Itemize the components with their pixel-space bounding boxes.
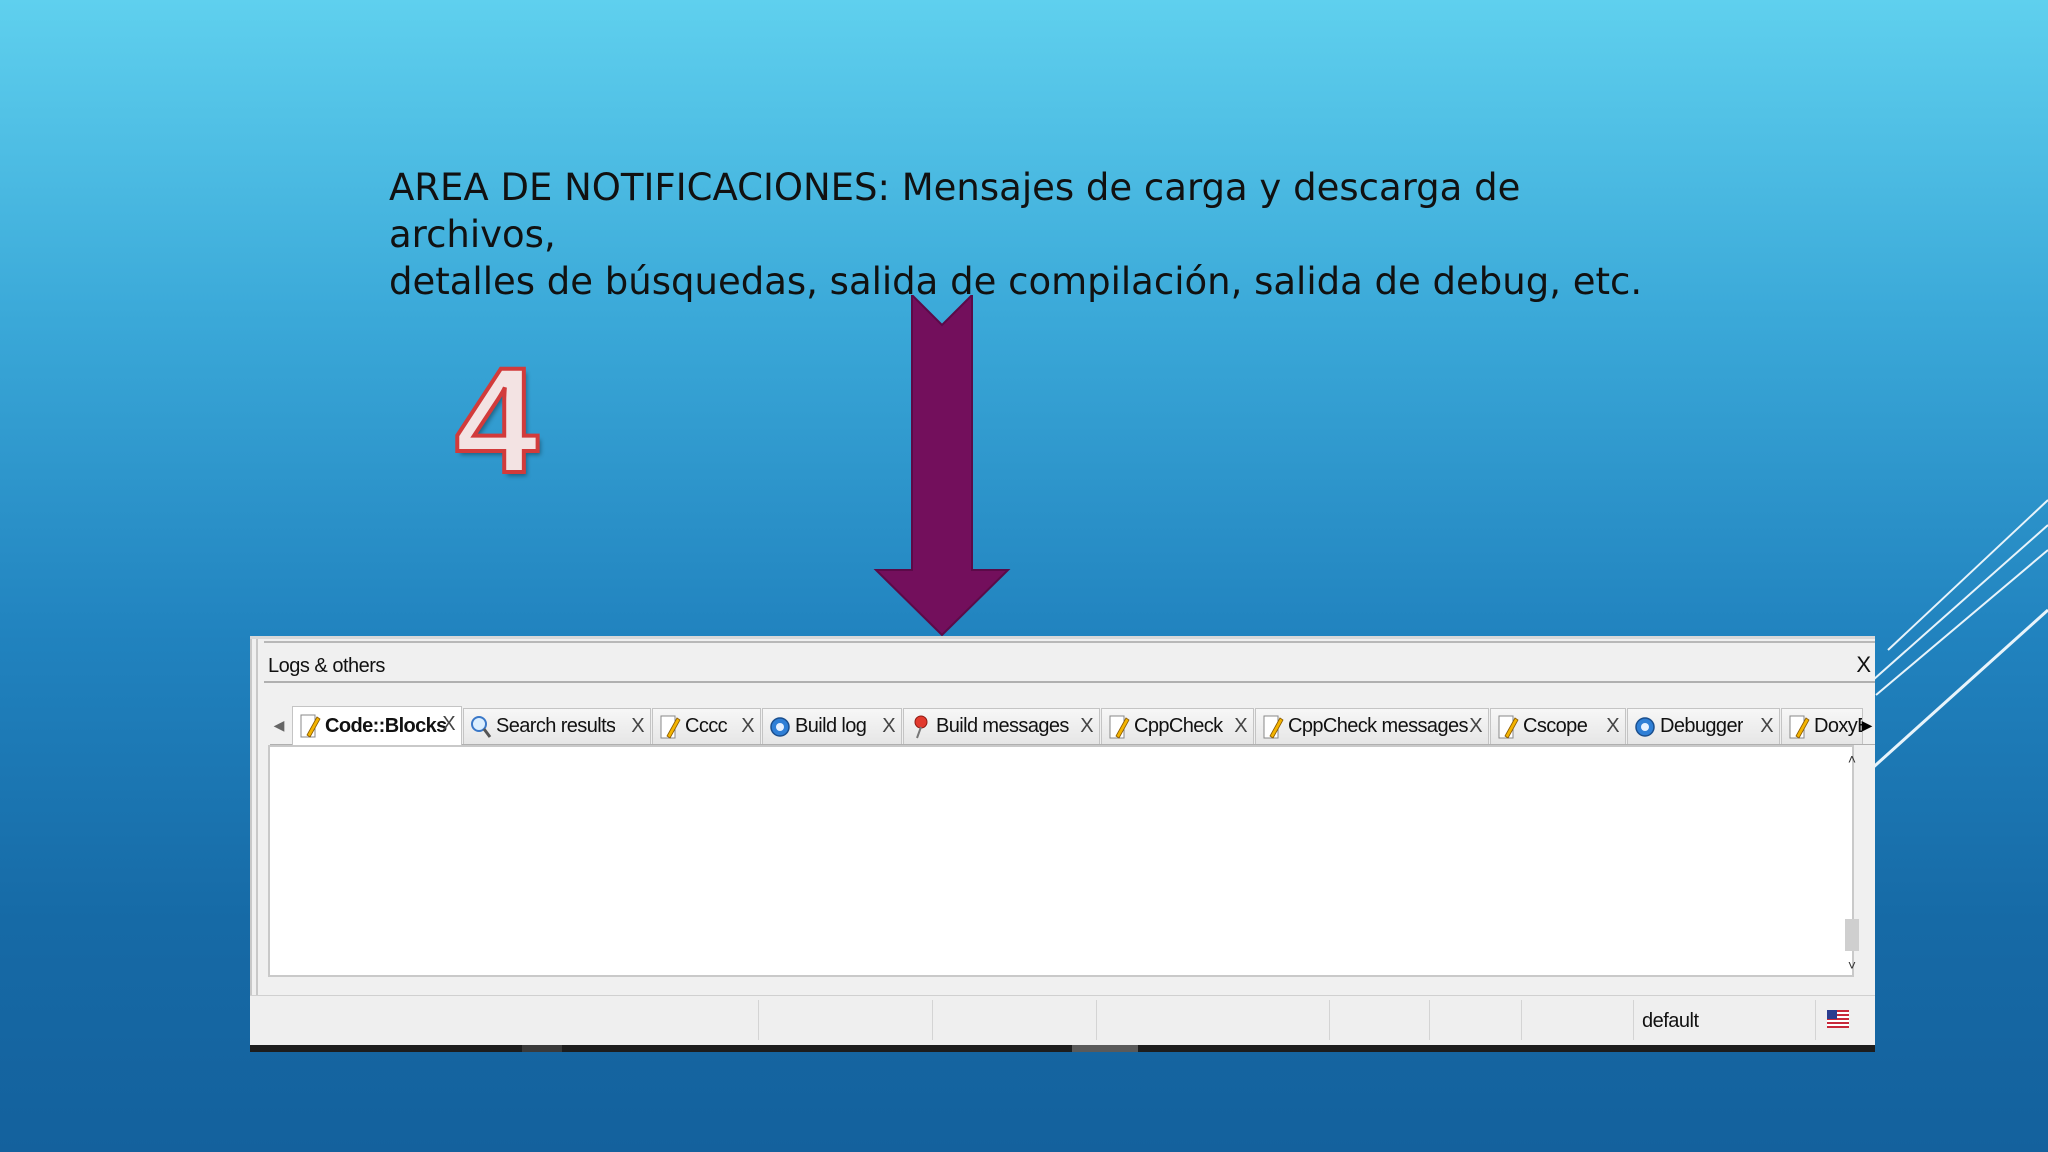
bottom-bar-segment [1072, 1045, 1138, 1052]
tab-label: CppCheck [1134, 715, 1223, 737]
pencil-icon [1263, 715, 1284, 739]
tab-label: Search results [496, 715, 616, 737]
tab-search-results[interactable]: Search results X [463, 708, 651, 744]
panel-title: Logs & others [268, 655, 385, 677]
slide-heading-line2: detalles de búsquedas, salida de compila… [389, 260, 1643, 303]
tab-scroll-left-button[interactable]: ◀ [270, 706, 288, 744]
scroll-up-button[interactable]: ˄ [1843, 751, 1861, 767]
tab-bar: ◀ Code::Blocks X Search results X Cccc X… [270, 706, 1875, 745]
status-cell [932, 1000, 1097, 1040]
status-cell [758, 1000, 933, 1040]
vertical-scrollbar[interactable]: ˄ ˅ [1843, 749, 1861, 975]
tab-cppcheck-messages[interactable]: CppCheck messages X [1255, 708, 1489, 744]
tab-close-button[interactable]: X [1469, 715, 1482, 738]
status-cell [1329, 1000, 1430, 1040]
status-cell [1096, 1000, 1330, 1040]
tab-close-button[interactable]: X [631, 715, 644, 738]
panel-dock-border[interactable] [250, 639, 258, 999]
status-encoding-label: default [1642, 1010, 1699, 1032]
status-bar: default [250, 995, 1875, 1046]
tab-doxyblocks[interactable]: DoxyB [1781, 708, 1863, 744]
tab-build-log[interactable]: Build log X [762, 708, 902, 744]
step-number: 4 [453, 336, 540, 504]
tab-cscope[interactable]: Cscope X [1490, 708, 1626, 744]
tab-label: Cccc [685, 715, 728, 737]
magnifier-icon [471, 715, 492, 738]
bottom-bar [250, 1045, 1875, 1052]
panel-close-button[interactable]: X [1856, 652, 1871, 678]
logs-panel: Logs & others X ◀ Code::Blocks X Search … [250, 636, 1875, 1052]
tab-codeblocks[interactable]: Code::Blocks X [292, 706, 462, 745]
tab-scroll-right-button[interactable]: ▶ [1859, 706, 1875, 744]
tab-close-button[interactable]: X [1606, 715, 1619, 738]
pencil-icon [1109, 715, 1130, 739]
panel-top-rule [264, 641, 1875, 646]
gear-icon [1635, 716, 1655, 737]
status-cell [1521, 1000, 1634, 1040]
pencil-icon [660, 715, 681, 739]
tab-label: Code::Blocks [325, 714, 447, 737]
tab-label: DoxyB [1814, 715, 1862, 737]
slide-heading: AREA DE NOTIFICACIONES: Mensajes de carg… [389, 164, 1689, 305]
pencil-icon [1498, 715, 1519, 739]
status-cell [1429, 1000, 1522, 1040]
down-arrow-icon [873, 295, 1011, 637]
gear-icon [770, 716, 790, 737]
pencil-icon [300, 714, 321, 738]
tab-cppcheck[interactable]: CppCheck X [1101, 708, 1254, 744]
tab-cccc[interactable]: Cccc X [652, 708, 761, 744]
decorative-lines [1848, 499, 2048, 792]
status-cell [250, 1000, 759, 1040]
tab-label: Debugger [1660, 715, 1744, 737]
tab-debugger[interactable]: Debugger X [1627, 708, 1780, 744]
tab-label: Cscope [1523, 715, 1588, 737]
panel-header[interactable]: Logs & others X [264, 649, 1875, 683]
log-output-area[interactable] [268, 745, 1854, 977]
tab-close-button[interactable]: X [442, 713, 455, 736]
tab-label: Build log [795, 715, 867, 737]
tab-build-messages[interactable]: Build messages X [903, 708, 1100, 744]
tab-label: Build messages [936, 715, 1069, 737]
pencil-icon [1789, 715, 1810, 739]
scroll-down-button[interactable]: ˅ [1843, 957, 1861, 973]
tab-close-button[interactable]: X [1760, 715, 1773, 738]
tab-close-button[interactable]: X [882, 715, 895, 738]
tab-close-button[interactable]: X [1234, 715, 1247, 738]
tab-close-button[interactable]: X [741, 715, 754, 738]
bottom-bar-segment [522, 1045, 562, 1052]
tab-close-button[interactable]: X [1080, 715, 1093, 738]
slide-heading-line1: AREA DE NOTIFICACIONES: Mensajes de carg… [389, 166, 1521, 256]
tab-label: CppCheck messages [1288, 715, 1468, 737]
scrollbar-thumb[interactable] [1845, 919, 1859, 951]
pin-icon [914, 715, 928, 738]
us-flag-icon[interactable] [1827, 1010, 1849, 1028]
